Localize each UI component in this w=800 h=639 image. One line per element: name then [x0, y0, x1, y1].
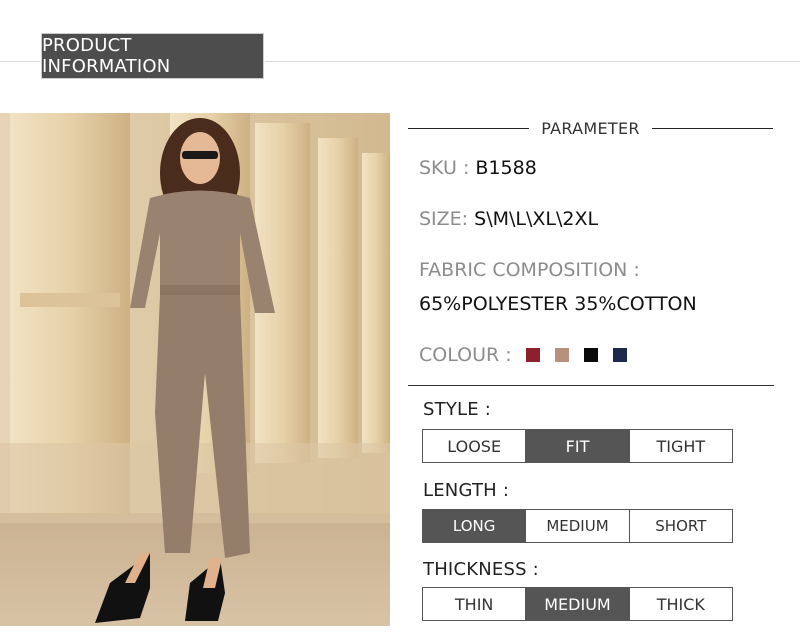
section-divider [408, 385, 774, 386]
section-title: PRODUCT INFORMATION [42, 34, 263, 78]
thickness-option-thin[interactable]: THIN [423, 588, 527, 620]
style-option-fit[interactable]: FIT [526, 430, 630, 462]
size-row: SIZE: S\M\L\XL\2XL [419, 208, 598, 230]
style-option-loose[interactable]: LOOSE [423, 430, 527, 462]
thickness-selector: THIN MEDIUM THICK [422, 587, 733, 621]
length-option-long[interactable]: LONG [423, 510, 527, 542]
style-label: STYLE : [423, 399, 492, 420]
product-photo [0, 113, 390, 626]
thickness-option-thick[interactable]: THICK [630, 588, 732, 620]
length-option-short[interactable]: SHORT [630, 510, 732, 542]
colour-swatch-black[interactable] [583, 348, 598, 362]
size-label: SIZE: [419, 208, 469, 230]
colour-swatch-burgundy[interactable] [525, 348, 540, 362]
fabric-label: FABRIC COMPOSITION : [419, 259, 640, 281]
colour-row: COLOUR : [419, 344, 642, 366]
heading-rule-right [651, 127, 774, 129]
size-value: S\M\L\XL\2XL [474, 208, 599, 230]
style-selector: LOOSE FIT TIGHT [422, 429, 733, 463]
parameter-heading: PARAMETER [408, 116, 774, 140]
colour-label: COLOUR : [419, 344, 512, 366]
sku-value: B1588 [475, 157, 537, 179]
sku-row: SKU : B1588 [419, 157, 537, 179]
heading-rule-left [408, 127, 530, 129]
section-header: PRODUCT INFORMATION [40, 32, 265, 80]
thickness-label: THICKNESS : [423, 559, 539, 580]
parameter-title: PARAMETER [541, 118, 640, 138]
colour-swatch-khaki[interactable] [554, 348, 569, 362]
sku-label: SKU : [419, 157, 470, 179]
thickness-option-medium[interactable]: MEDIUM [526, 588, 630, 620]
fabric-value: 65%POLYESTER 35%COTTON [419, 293, 697, 315]
style-option-tight[interactable]: TIGHT [630, 430, 732, 462]
length-option-medium[interactable]: MEDIUM [526, 510, 630, 542]
colour-swatch-navy[interactable] [612, 348, 627, 362]
length-label: LENGTH : [423, 480, 510, 501]
length-selector: LONG MEDIUM SHORT [422, 509, 733, 543]
